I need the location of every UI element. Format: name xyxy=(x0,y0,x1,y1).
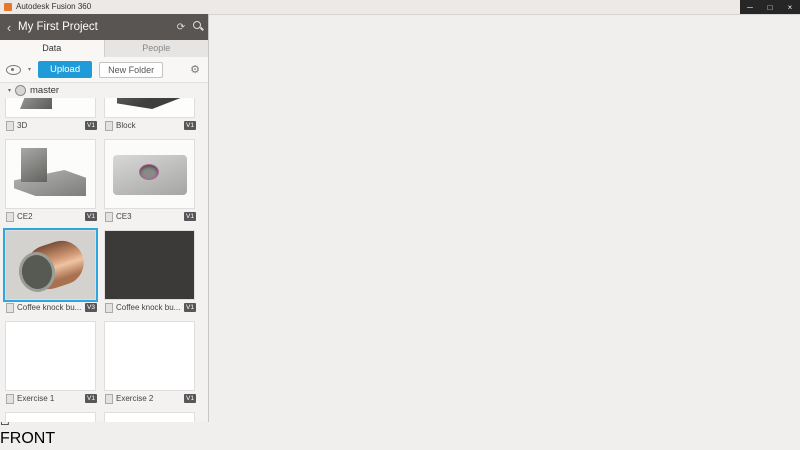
close-button[interactable]: × xyxy=(780,0,800,14)
project-item-ce3[interactable]: CE3V1 xyxy=(104,139,197,224)
item-label-row: Coffee knock bu...V3 xyxy=(5,300,98,315)
item-name: Exercise 1 xyxy=(17,394,82,403)
upload-button[interactable]: Upload xyxy=(38,61,92,78)
version-badge: V1 xyxy=(184,121,196,130)
item-thumbnail[interactable] xyxy=(5,98,96,118)
avatar xyxy=(15,85,26,96)
data-panel-tabs: Data People xyxy=(0,40,208,58)
version-badge: V1 xyxy=(184,394,196,403)
data-panel-header: ‹ My First Project ⟳ xyxy=(0,14,208,40)
project-item-3d[interactable]: 3DV1 xyxy=(5,98,98,133)
item-thumbnail[interactable] xyxy=(104,321,195,391)
version-badge: V1 xyxy=(85,212,97,221)
viewcube-front-face[interactable]: FRONT xyxy=(0,430,800,448)
project-item-coffee-knock-bu[interactable]: Coffee knock bu...V1 xyxy=(104,230,197,315)
item-label-row: CE3V1 xyxy=(104,209,197,224)
project-item-exercise-2[interactable]: Exercise 2V1 xyxy=(104,321,197,406)
item-thumbnail[interactable] xyxy=(104,230,195,300)
file-type-icon xyxy=(6,394,14,404)
item-name: Coffee knock bu... xyxy=(17,303,82,312)
item-name: CE3 xyxy=(116,212,181,221)
chevron-down-icon[interactable]: ▾ xyxy=(28,66,31,73)
expand-icon[interactable]: ▾ xyxy=(8,87,11,94)
version-badge: V1 xyxy=(85,121,97,130)
file-type-icon xyxy=(105,303,113,313)
item-name: 3D xyxy=(17,121,82,130)
back-icon[interactable]: ‹ xyxy=(0,20,18,35)
item-thumbnail[interactable] xyxy=(104,412,195,422)
project-item-coffee-knock-bu[interactable]: Coffee knock bu...V3 xyxy=(5,230,98,315)
window-title: Autodesk Fusion 360 xyxy=(16,2,91,11)
project-title: My First Project xyxy=(18,21,172,33)
file-type-icon xyxy=(6,121,14,131)
item-thumbnail[interactable] xyxy=(5,321,96,391)
file-type-icon xyxy=(6,303,14,313)
file-type-icon xyxy=(105,121,113,131)
item-thumbnail[interactable] xyxy=(104,139,195,209)
data-panel-actions: ▾ Upload New Folder ⚙ xyxy=(0,57,208,83)
minimize-button[interactable]: ─ xyxy=(740,0,760,14)
project-items-grid: 3DV1BlockV1CE2V1CE3V1Coffee knock bu...V… xyxy=(0,98,208,422)
refresh-icon[interactable]: ⟳ xyxy=(172,22,190,33)
item-label-row: Exercise 2V1 xyxy=(104,391,197,406)
new-folder-button[interactable]: New Folder xyxy=(99,62,163,78)
item-name: Coffee knock bu... xyxy=(116,303,181,312)
window-controls: ─ □ × xyxy=(740,0,800,14)
view-filter-icon[interactable] xyxy=(6,65,21,75)
item-label-row: Coffee knock bu...V1 xyxy=(104,300,197,315)
project-item-ce2[interactable]: CE2V1 xyxy=(5,139,98,224)
item-label-row: CE2V1 xyxy=(5,209,98,224)
item-name: Exercise 2 xyxy=(116,394,181,403)
file-type-icon xyxy=(105,394,113,404)
item-thumbnail[interactable] xyxy=(104,98,195,118)
branch-row[interactable]: ▾ master xyxy=(0,83,208,98)
version-badge: V1 xyxy=(184,303,196,312)
fusion360-app-window: Autodesk Fusion 360 ─ □ × ‹ My First Pro… xyxy=(0,0,800,450)
search-icon[interactable] xyxy=(190,21,208,33)
project-item-partial[interactable] xyxy=(5,412,98,422)
version-badge: V1 xyxy=(85,394,97,403)
data-panel: ‹ My First Project ⟳ Data People ▾ Uploa… xyxy=(0,14,209,422)
version-badge: V1 xyxy=(184,212,196,221)
item-label-row: BlockV1 xyxy=(104,118,197,133)
maximize-button[interactable]: □ xyxy=(760,0,780,14)
version-badge: V3 xyxy=(85,303,97,312)
tab-data[interactable]: Data xyxy=(0,40,105,57)
project-item-block[interactable]: BlockV1 xyxy=(104,98,197,133)
item-thumbnail[interactable] xyxy=(5,139,96,209)
item-label-row: 3DV1 xyxy=(5,118,98,133)
title-bar: Autodesk Fusion 360 ─ □ × xyxy=(0,0,800,15)
project-item-exercise-1[interactable]: Exercise 1V1 xyxy=(5,321,98,406)
item-label-row: Exercise 1V1 xyxy=(5,391,98,406)
gear-icon[interactable]: ⚙ xyxy=(190,63,200,76)
branch-label: master xyxy=(30,85,59,96)
item-name: Block xyxy=(116,121,181,130)
app-logo-icon xyxy=(4,3,12,11)
item-thumbnail[interactable] xyxy=(5,230,96,300)
item-thumbnail[interactable] xyxy=(5,412,96,422)
project-item-partial[interactable] xyxy=(104,412,197,422)
file-type-icon xyxy=(6,212,14,222)
file-type-icon xyxy=(105,212,113,222)
item-name: CE2 xyxy=(17,212,82,221)
tab-people[interactable]: People xyxy=(105,40,209,57)
